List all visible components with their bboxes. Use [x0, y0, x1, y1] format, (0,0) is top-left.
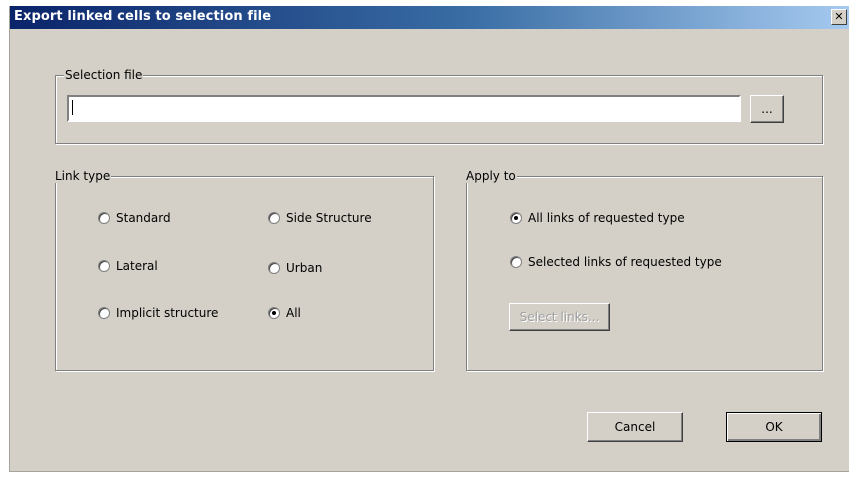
- apply-to-group: Apply to All links of requested type Sel…: [465, 169, 823, 371]
- link-type-group: Link type Standard Side Structure Latera…: [54, 169, 434, 371]
- radio-button-icon: [510, 256, 522, 268]
- radio-implicit-structure[interactable]: Implicit structure: [98, 306, 218, 320]
- radio-side-structure[interactable]: Side Structure: [268, 211, 372, 225]
- radio-selected-dot: [514, 216, 518, 220]
- radio-button-icon: [98, 307, 110, 319]
- radio-button-icon: [268, 307, 280, 319]
- radio-all[interactable]: All: [268, 306, 301, 320]
- radio-button-icon: [268, 262, 280, 274]
- title-bar[interactable]: Export linked cells to selection file ✕: [10, 6, 849, 29]
- radio-standard[interactable]: Standard: [98, 211, 171, 225]
- ok-button[interactable]: OK: [726, 412, 822, 442]
- apply-to-legend: Apply to: [465, 169, 517, 183]
- browse-button[interactable]: ...: [750, 95, 784, 123]
- radio-button-icon: [98, 212, 110, 224]
- ok-label: OK: [765, 420, 783, 434]
- radio-all-links[interactable]: All links of requested type: [510, 211, 685, 225]
- cancel-button[interactable]: Cancel: [587, 412, 683, 442]
- radio-button-icon: [268, 212, 280, 224]
- radio-button-icon: [98, 260, 110, 272]
- browse-label: ...: [761, 102, 773, 116]
- selection-file-input[interactable]: [67, 95, 741, 122]
- select-links-label: Select links...: [519, 310, 600, 324]
- text-caret: [72, 100, 73, 115]
- radio-selected-links[interactable]: Selected links of requested type: [510, 255, 722, 269]
- radio-lateral[interactable]: Lateral: [98, 259, 158, 273]
- selection-file-legend: Selection file: [64, 68, 144, 82]
- selection-file-group: Selection file ...: [55, 68, 823, 144]
- export-dialog: Export linked cells to selection file ✕ …: [9, 6, 849, 472]
- close-icon: ✕: [834, 10, 844, 23]
- radio-urban[interactable]: Urban: [268, 261, 322, 275]
- window-title: Export linked cells to selection file: [14, 9, 272, 24]
- radio-button-icon: [510, 212, 522, 224]
- cancel-label: Cancel: [614, 420, 656, 434]
- link-type-legend: Link type: [54, 169, 112, 183]
- radio-selected-dot: [272, 311, 276, 315]
- close-button[interactable]: ✕: [831, 9, 847, 25]
- select-links-button[interactable]: Select links...: [509, 303, 610, 331]
